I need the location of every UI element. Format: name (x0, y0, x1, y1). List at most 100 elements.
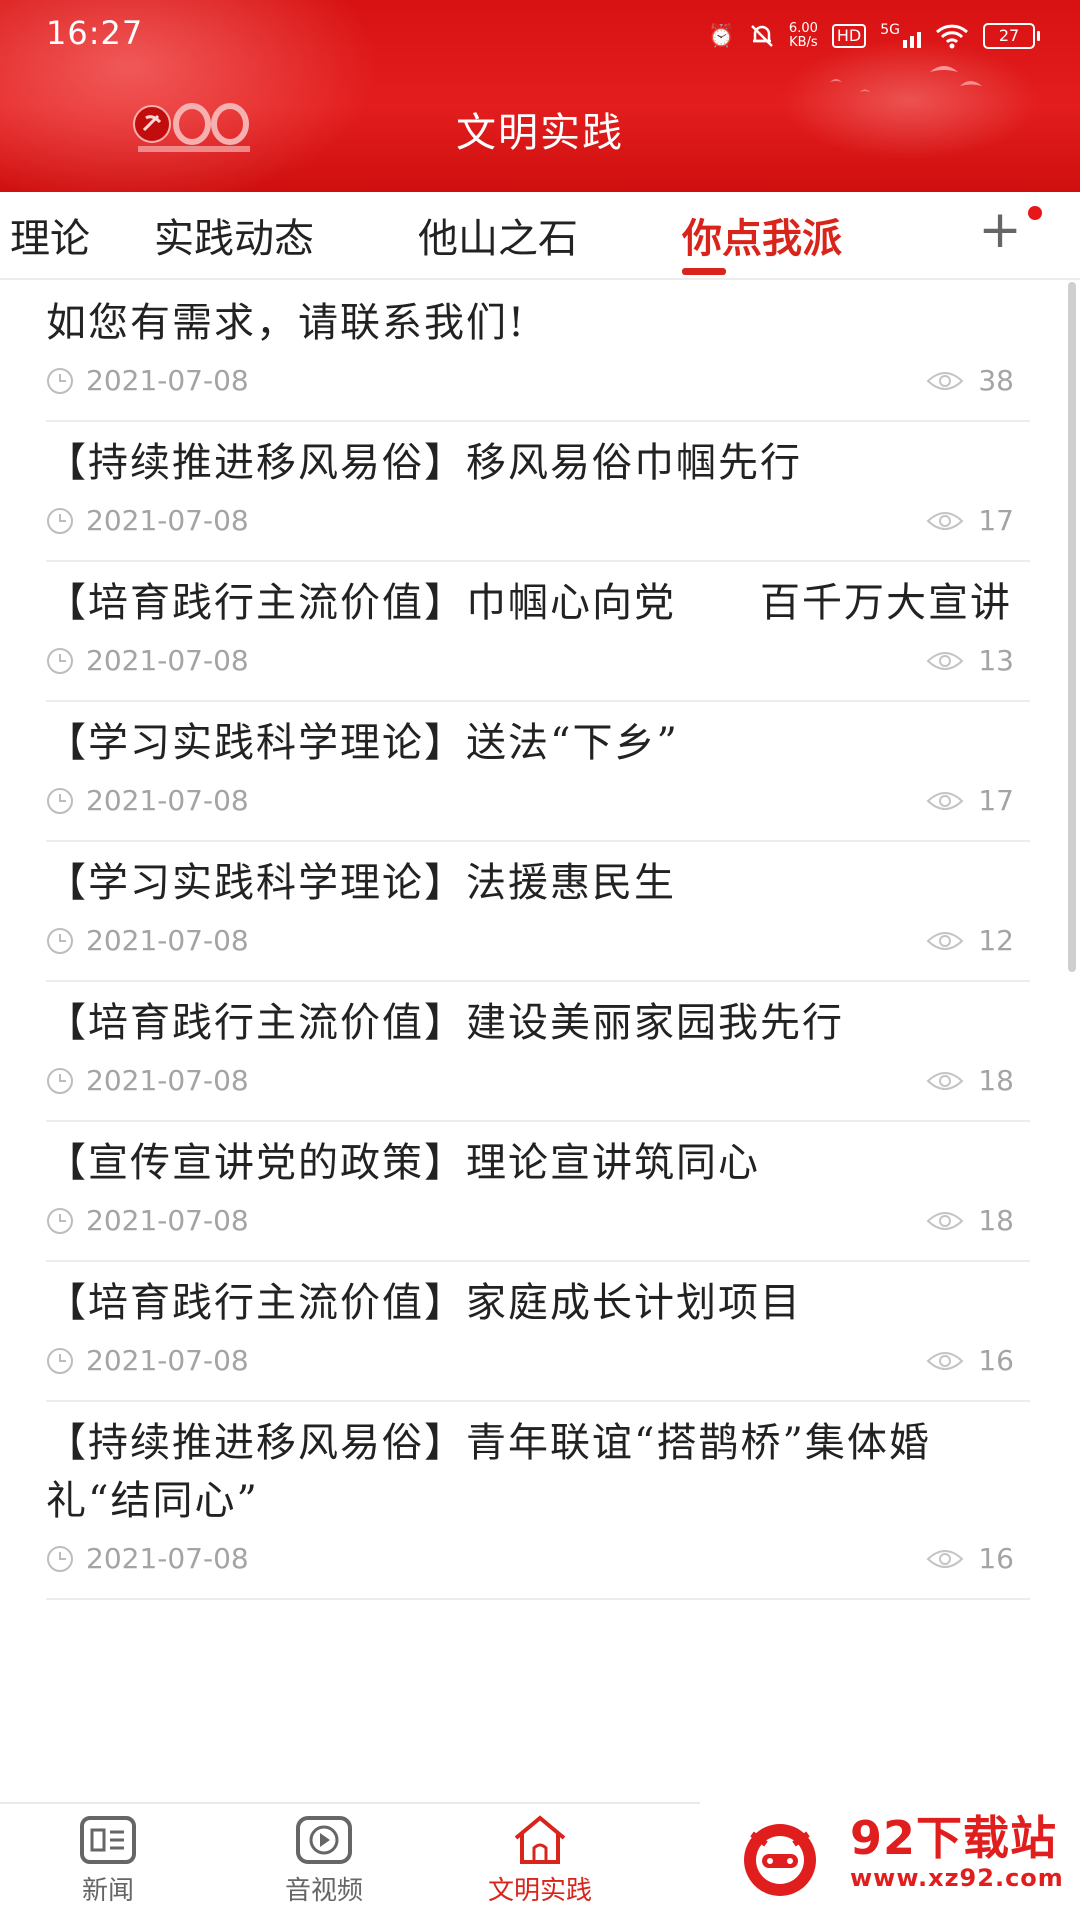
article-title: 【学习实践科学理论】送法“下乡” (46, 720, 679, 766)
article-title: 【培育践行主流价值】建设美丽家园我先行 (46, 1000, 844, 1046)
active-tab-indicator (682, 268, 726, 275)
net-speed-unit: KB/s (789, 35, 818, 50)
watermark-logo-icon (744, 1824, 816, 1896)
list-item[interactable]: 【培育践行主流价值】家庭成长计划项目 2021-07-08 16 (46, 1262, 1030, 1402)
article-meta: 2021-07-08 16 (46, 1332, 1030, 1400)
article-meta: 2021-07-08 38 (46, 352, 1030, 420)
article-views: 16 (926, 1344, 1014, 1377)
article-list: 如您有需求，请联系我们! 2021-07-08 38 【持续推进移风易俗】移风易… (0, 282, 1080, 1802)
category-tabs: 理论 实践动态 他山之石 你点我派 + (0, 192, 1080, 280)
nav-video-label: 音视频 (284, 1876, 363, 1906)
clock-icon (47, 1207, 73, 1234)
article-date: 2021-07-08 (46, 364, 249, 397)
clock-icon (47, 927, 73, 954)
article-date: 2021-07-08 (46, 1542, 249, 1575)
article-views: 12 (926, 924, 1014, 957)
list-item[interactable]: 如您有需求，请联系我们! 2021-07-08 38 (46, 282, 1030, 422)
article-title: 【持续推进移风易俗】青年联谊“搭鹊桥”集体婚礼“结同心” (46, 1420, 931, 1524)
cellular-signal-icon: 5G (880, 23, 921, 48)
article-views: 13 (926, 644, 1014, 677)
article-meta: 2021-07-08 18 (46, 1052, 1030, 1120)
tab-theory[interactable]: 理论 (10, 206, 90, 264)
article-views: 16 (926, 1542, 1014, 1575)
eye-icon (926, 791, 964, 810)
article-views: 18 (926, 1204, 1014, 1237)
date-text: 2021-07-08 (86, 504, 249, 537)
eye-icon (926, 511, 964, 530)
article-meta: 2021-07-08 17 (46, 772, 1030, 840)
list-item[interactable]: 【培育践行主流价值】巾帼心向党 百千万大宣讲 2021-07-08 13 (46, 562, 1030, 702)
article-title: 【持续推进移风易俗】移风易俗巾帼先行 (46, 440, 802, 486)
article-views: 38 (926, 364, 1014, 397)
list-item[interactable]: 【持续推进移风易俗】青年联谊“搭鹊桥”集体婚礼“结同心” 2021-07-08 … (46, 1402, 1030, 1600)
list-item[interactable]: 【持续推进移风易俗】移风易俗巾帼先行 2021-07-08 17 (46, 422, 1030, 562)
video-icon (296, 1816, 352, 1864)
mute-bell-icon (751, 25, 773, 47)
eye-icon (926, 931, 964, 950)
net-speed-value: 6.00 (788, 21, 818, 36)
add-tab-button[interactable]: + (970, 202, 1030, 262)
article-meta: 2021-07-08 13 (46, 632, 1030, 700)
app-header: 16:27 ⏰ 6.00 KB/s HD 5G 27 文明实践 (0, 0, 1080, 192)
article-views: 17 (926, 504, 1014, 537)
clock-icon (47, 367, 73, 394)
article-date: 2021-07-08 (46, 644, 249, 677)
eye-icon (926, 1211, 964, 1230)
home-icon (514, 1815, 566, 1864)
wifi-icon (935, 24, 969, 49)
article-meta: 2021-07-08 12 (46, 912, 1030, 980)
hd-badge: HD (831, 24, 867, 48)
list-item[interactable]: 【宣传宣讲党的政策】理论宣讲筑同心 2021-07-08 18 (46, 1122, 1030, 1262)
views-count: 18 (978, 1204, 1014, 1237)
views-count: 17 (978, 504, 1014, 537)
article-views: 18 (926, 1064, 1014, 1097)
page-title: 文明实践 (456, 110, 624, 156)
battery-icon: 27 (983, 23, 1040, 49)
tab-practice-news[interactable]: 实践动态 (154, 206, 314, 264)
eye-icon (926, 371, 964, 390)
article-date: 2021-07-08 (46, 784, 249, 817)
article-meta: 2021-07-08 16 (46, 1530, 1030, 1598)
article-meta: 2021-07-08 17 (46, 492, 1030, 560)
doves-decoration-icon (830, 66, 982, 92)
eye-icon (926, 651, 964, 670)
scrollbar[interactable] (1068, 282, 1076, 972)
alarm-icon: ⏰ (707, 23, 735, 49)
list-item[interactable]: 【学习实践科学理论】法援惠民生 2021-07-08 12 (46, 842, 1030, 982)
views-count: 12 (978, 924, 1014, 957)
clock-icon (47, 507, 73, 534)
article-title: 【学习实践科学理论】法援惠民生 (46, 860, 676, 906)
article-title: 【宣传宣讲党的政策】理论宣讲筑同心 (46, 1140, 760, 1186)
article-title: 如您有需求，请联系我们! (46, 300, 527, 346)
nav-news-label: 新闻 (81, 1876, 134, 1906)
article-views: 17 (926, 784, 1014, 817)
clock-icon (47, 647, 73, 674)
battery-level: 27 (983, 23, 1035, 49)
date-text: 2021-07-08 (86, 924, 249, 957)
article-date: 2021-07-08 (46, 504, 249, 537)
clock-icon (47, 1067, 73, 1094)
views-count: 17 (978, 784, 1014, 817)
date-text: 2021-07-08 (86, 1064, 249, 1097)
status-icons: ⏰ 6.00 KB/s HD 5G 27 (708, 18, 1040, 54)
list-item[interactable]: 【培育践行主流价值】建设美丽家园我先行 2021-07-08 18 (46, 982, 1030, 1122)
date-text: 2021-07-08 (86, 1542, 249, 1575)
eye-icon (926, 1351, 964, 1370)
nav-news[interactable]: 新闻 (38, 1814, 178, 1907)
watermark-name: 92下载站 (850, 1811, 1058, 1865)
nav-civilization-practice[interactable]: 文明实践 (470, 1814, 610, 1907)
status-time: 16:27 (46, 14, 144, 52)
date-text: 2021-07-08 (86, 1344, 249, 1377)
clock-icon (47, 1545, 73, 1572)
article-title: 【培育践行主流价值】家庭成长计划项目 (46, 1280, 802, 1326)
list-item[interactable]: 【学习实践科学理论】送法“下乡” 2021-07-08 17 (46, 702, 1030, 842)
views-count: 18 (978, 1064, 1014, 1097)
nav-video[interactable]: 音视频 (254, 1814, 394, 1907)
tab-other-experiences[interactable]: 他山之石 (418, 206, 578, 264)
views-count: 16 (978, 1344, 1014, 1377)
news-icon (80, 1816, 136, 1864)
article-date: 2021-07-08 (46, 1344, 249, 1377)
watermark-url: www.xz92.com (850, 1864, 1064, 1892)
tab-request-service[interactable]: 你点我派 (682, 206, 842, 264)
views-count: 38 (978, 364, 1014, 397)
